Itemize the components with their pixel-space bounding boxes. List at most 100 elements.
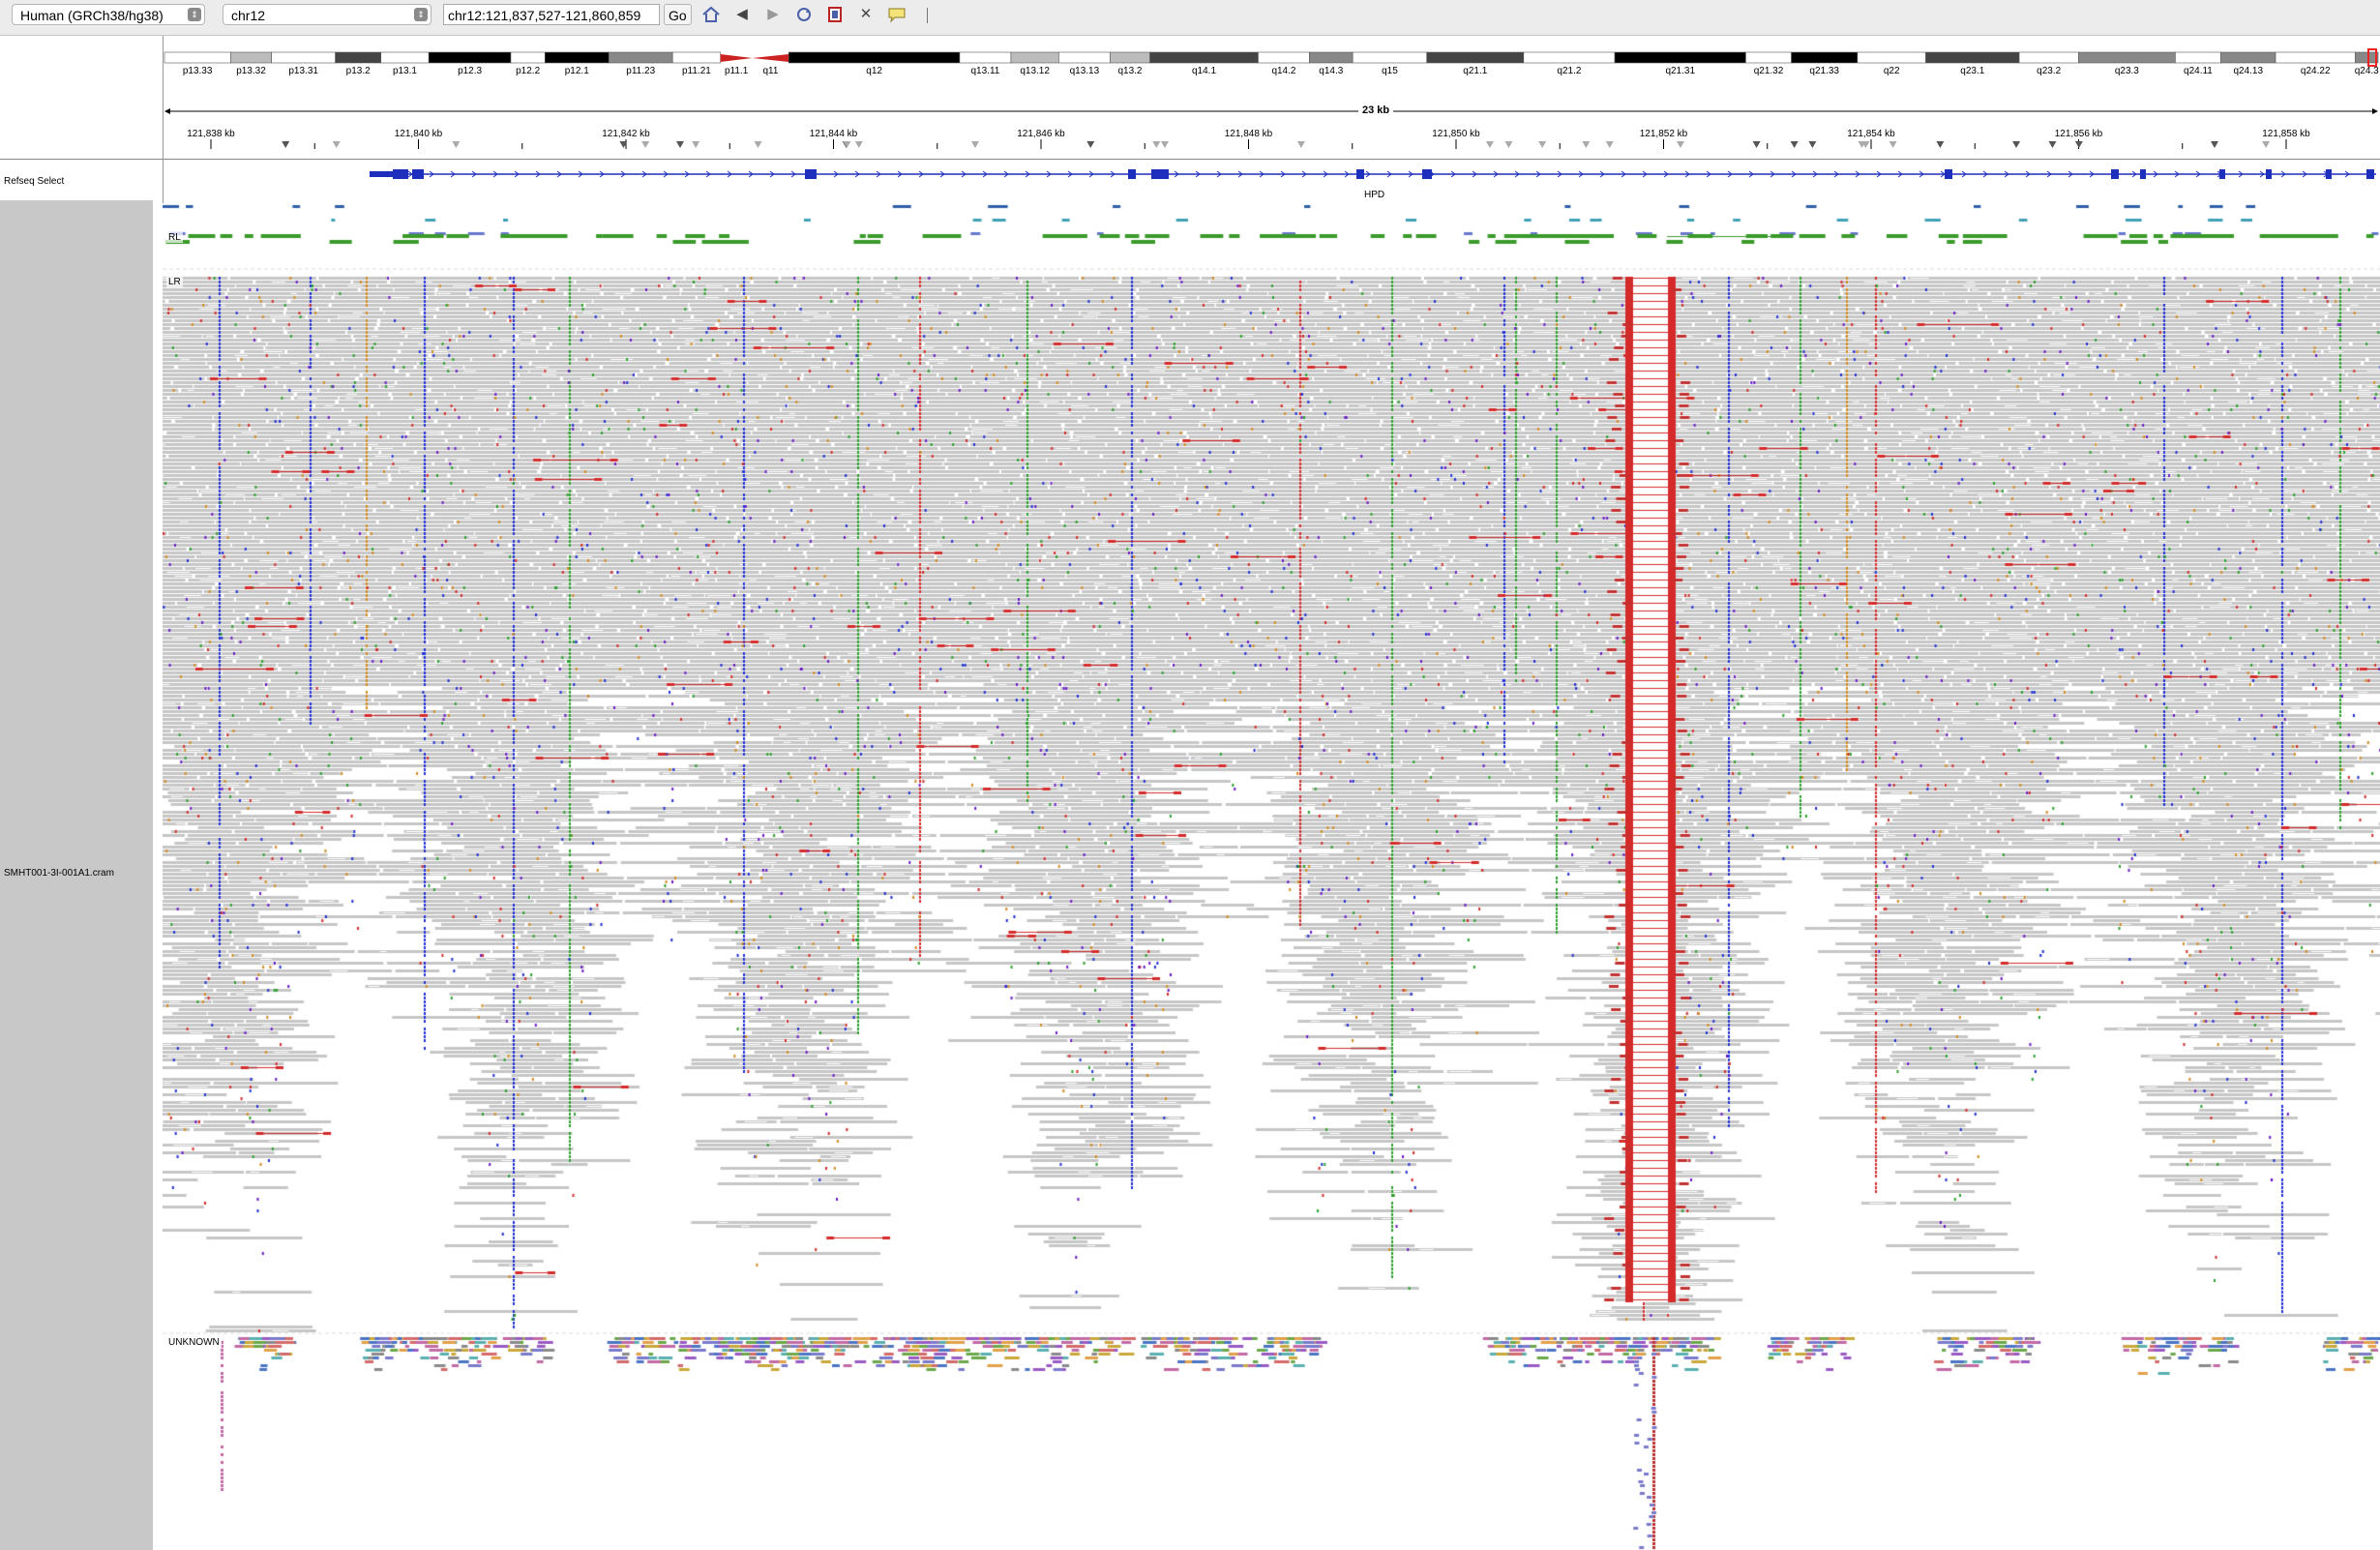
ideogram-band[interactable]: q13.13: [1058, 51, 1111, 76]
refseq-track-name[interactable]: Refseq Select: [4, 176, 64, 187]
gene-exon[interactable]: [1945, 169, 1952, 179]
variant-marker[interactable]: [692, 141, 700, 148]
back-icon[interactable]: ◀: [732, 6, 752, 23]
variant-marker[interactable]: [2048, 141, 2057, 148]
ideogram-band-label: q11: [762, 66, 778, 76]
variant-marker[interactable]: [1605, 141, 1614, 148]
ideogram-band[interactable]: q14.3: [1309, 51, 1354, 76]
variant-marker[interactable]: [2262, 141, 2271, 148]
ideogram-band[interactable]: p13.32: [229, 51, 272, 76]
variant-marker[interactable]: [1936, 141, 1945, 148]
ideogram-band[interactable]: p11.21: [671, 51, 721, 76]
alignment-track-name[interactable]: SMHT001-3I-001A1.cram: [4, 868, 114, 879]
gene-exon[interactable]: [2266, 169, 2272, 179]
ideogram-band[interactable]: q22: [1857, 51, 1926, 76]
ideogram-band-label: q13.2: [1117, 66, 1142, 76]
locus-input[interactable]: chr12:121,837,527-121,860,859: [443, 4, 660, 25]
variant-marker[interactable]: [452, 141, 461, 148]
gene-exon[interactable]: [805, 169, 817, 179]
variant-marker[interactable]: [2211, 141, 2219, 148]
ideogram-band[interactable]: q12: [788, 51, 961, 76]
gene-exon[interactable]: [1356, 169, 1364, 179]
alignment-track[interactable]: RL LR UNKNOWN: [163, 203, 2380, 1550]
variant-marker[interactable]: [1889, 141, 1897, 148]
gene-exon[interactable]: [1151, 169, 1169, 179]
ideogram-band[interactable]: q23.3: [2078, 51, 2176, 76]
ideogram-band[interactable]: q23.2: [2018, 51, 2079, 76]
variant-marker[interactable]: [1296, 141, 1305, 148]
ideogram-band[interactable]: q21.1: [1426, 51, 1525, 76]
variant-marker[interactable]: [1752, 141, 1761, 148]
variant-marker[interactable]: [1538, 141, 1547, 148]
centromere-q: [752, 54, 789, 62]
gene-exon[interactable]: [1128, 169, 1136, 179]
ideogram-band[interactable]: p12.2: [510, 51, 546, 76]
ideogram-band[interactable]: q21.31: [1614, 51, 1746, 76]
gene-exon[interactable]: [1422, 169, 1432, 179]
chromosome-dropdown[interactable]: chr12 ⇕: [223, 4, 431, 25]
ideogram-band[interactable]: q14.1: [1149, 51, 1259, 76]
popup-icon[interactable]: [887, 6, 907, 23]
ideogram-band-rect: [1058, 51, 1111, 64]
ideogram-band[interactable]: q23.1: [1925, 51, 2020, 76]
ideogram-band[interactable]: q21.32: [1745, 51, 1792, 76]
roi-icon[interactable]: [825, 6, 845, 23]
variant-marker[interactable]: [1676, 141, 1684, 148]
ideogram-band-rect: [2078, 51, 2176, 64]
ideogram-band[interactable]: p11.23: [608, 51, 673, 76]
variant-marker[interactable]: [1152, 141, 1161, 148]
ideogram-band[interactable]: q13.2: [1110, 51, 1150, 76]
gene-exon[interactable]: [2366, 169, 2374, 179]
ideogram-band[interactable]: p12.1: [545, 51, 610, 76]
variant-marker[interactable]: [2074, 141, 2083, 148]
ideogram-band[interactable]: q24.22: [2275, 51, 2356, 76]
ideogram-band[interactable]: q13.11: [959, 51, 1012, 76]
variant-marker[interactable]: [1790, 141, 1799, 148]
variant-marker[interactable]: [1485, 141, 1494, 148]
ideogram-band[interactable]: q24.11: [2175, 51, 2221, 76]
variant-marker[interactable]: [1160, 141, 1169, 148]
gene-exon[interactable]: [2111, 169, 2119, 179]
ideogram-band[interactable]: q24.13: [2220, 51, 2276, 76]
ideogram-band[interactable]: p13.1: [380, 51, 430, 76]
ideogram-band[interactable]: p13.2: [335, 51, 382, 76]
variant-marker[interactable]: [1086, 141, 1095, 148]
gene-exon[interactable]: [2326, 169, 2332, 179]
ideogram-band[interactable]: q21.2: [1523, 51, 1616, 76]
ideogram-band[interactable]: q14.2: [1258, 51, 1310, 76]
variant-marker[interactable]: [641, 141, 650, 148]
variant-marker[interactable]: [1808, 141, 1817, 148]
close-icon[interactable]: ✕: [856, 6, 876, 23]
gene-exon[interactable]: [2219, 169, 2225, 179]
gene-exon[interactable]: [412, 169, 424, 179]
ideogram-band-label: p12.3: [458, 66, 482, 76]
variant-marker[interactable]: [282, 141, 290, 148]
variant-marker[interactable]: [675, 141, 684, 148]
refseq-gene-track[interactable]: HPD: [163, 161, 2380, 203]
ideogram-band[interactable]: p13.33: [164, 51, 231, 76]
variant-marker[interactable]: [1504, 141, 1513, 148]
variant-marker[interactable]: [970, 141, 979, 148]
forward-icon[interactable]: ▶: [763, 6, 783, 23]
gene-exon[interactable]: [2140, 169, 2146, 179]
variant-marker[interactable]: [2012, 141, 2021, 148]
variant-marker[interactable]: [1582, 141, 1591, 148]
ideogram-band[interactable]: q11: [752, 54, 789, 76]
alignment-canvas[interactable]: [163, 203, 2380, 1550]
genome-dropdown[interactable]: Human (GRCh38/hg38) ⇕: [12, 4, 205, 25]
gene-exon[interactable]: [393, 169, 408, 179]
variant-marker[interactable]: [854, 141, 863, 148]
variant-marker[interactable]: [332, 141, 341, 148]
refresh-icon[interactable]: [794, 6, 814, 23]
ideogram-band[interactable]: p12.3: [428, 51, 512, 76]
chromosome-ideogram[interactable]: p13.33 p13.32 p13.31 p13.2 p13.1 p12.3 p12.2 p1…: [163, 39, 2380, 77]
home-icon[interactable]: [701, 6, 721, 23]
ideogram-band[interactable]: p11.1: [720, 54, 753, 76]
ideogram-band[interactable]: q21.33: [1791, 51, 1859, 76]
ideogram-band[interactable]: q15: [1352, 51, 1428, 76]
ideogram-band[interactable]: p13.31: [271, 51, 336, 76]
go-button[interactable]: Go: [664, 4, 692, 25]
ideogram-band[interactable]: q13.12: [1010, 51, 1059, 76]
variant-marker[interactable]: [754, 141, 762, 148]
group-label-lr: LR: [166, 277, 183, 287]
